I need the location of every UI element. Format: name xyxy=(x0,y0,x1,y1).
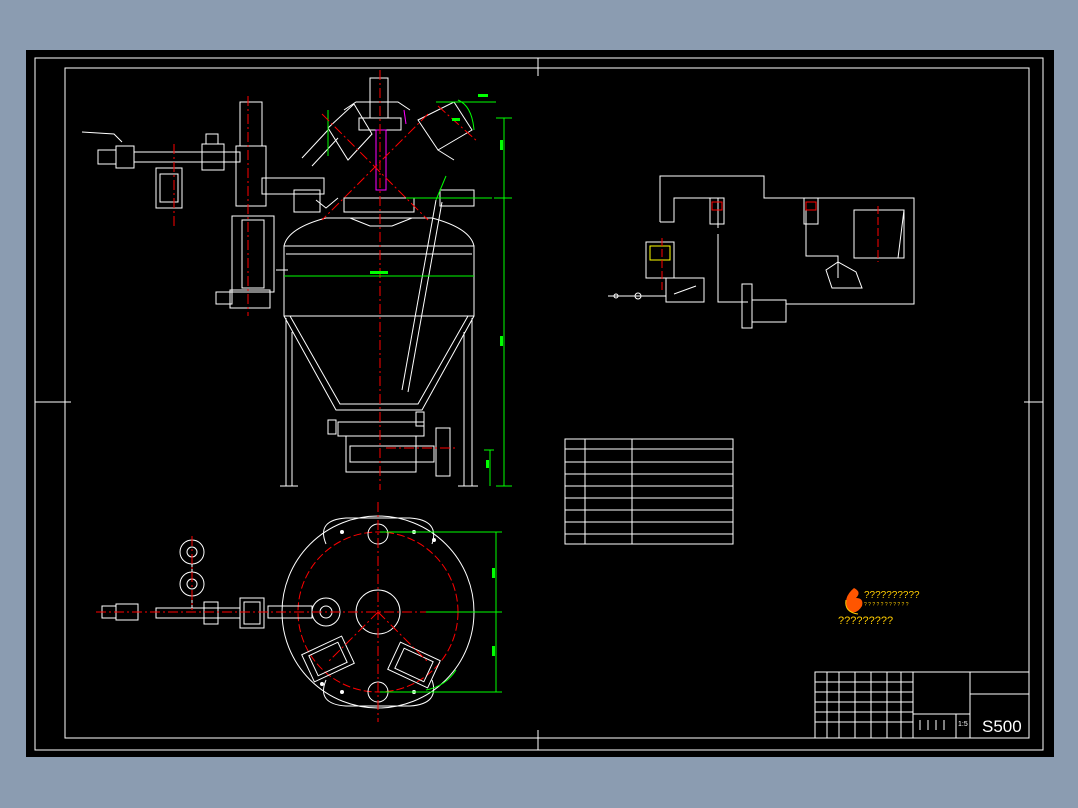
logo-line-2: ? ? ? ? ? ? ? ? ? ? ? xyxy=(864,602,909,608)
pressure-switch xyxy=(201,143,225,171)
vessel-front-view xyxy=(81,77,478,487)
parts-table xyxy=(564,438,734,545)
schematic-vessel xyxy=(853,209,905,259)
inner-border xyxy=(64,67,1030,739)
manifold xyxy=(741,283,753,329)
schematic-valve xyxy=(825,261,863,289)
damper-housing xyxy=(231,215,275,293)
logo-line-1: ?????????? xyxy=(864,590,920,601)
top-lug xyxy=(323,517,435,545)
top-flange xyxy=(343,197,415,213)
outlet-flange xyxy=(435,427,451,477)
title-block-marks xyxy=(919,720,945,730)
schematic-centerlines xyxy=(661,206,879,290)
logo-caption: ????????? xyxy=(838,615,893,627)
left-valve-body xyxy=(327,103,373,161)
actuator-cylinder xyxy=(239,101,263,147)
inlet-fitting xyxy=(97,149,117,165)
cad-viewport: ?????????? ? ? ? ? ? ? ? ? ? ? ? ???????… xyxy=(0,0,1078,808)
vessel-legs xyxy=(280,318,478,487)
top-pipe xyxy=(369,77,389,119)
bottom-flange xyxy=(337,421,425,437)
scale-label: 1:5 xyxy=(958,721,968,728)
vessel-cone xyxy=(283,315,475,411)
discharge-box xyxy=(345,435,417,473)
drawing-number: S500 xyxy=(982,717,1022,736)
top-inlet-assembly xyxy=(301,77,473,227)
right-valve-body xyxy=(417,101,473,151)
pneumatic-schematic xyxy=(608,175,915,329)
vessel-cylinder xyxy=(283,245,475,317)
revision-grid xyxy=(815,672,913,738)
level-probe xyxy=(401,175,475,393)
drawing-svg: ?????????? ? ? ? ? ? ? ? ? ? ? ? ???????… xyxy=(34,57,1044,751)
front-dimension-labels xyxy=(370,94,503,468)
drawing-canvas: ?????????? ? ? ? ? ? ? ? ? ? ? ? ???????… xyxy=(26,50,1054,757)
air-supply-line xyxy=(81,131,241,209)
vessel-dome xyxy=(283,217,475,247)
company-logo: ?????????? ? ? ? ? ? ? ? ? ? ? ? ???????… xyxy=(838,588,920,627)
front-centerlines xyxy=(173,70,479,490)
side-actuator xyxy=(215,101,339,309)
flame-icon xyxy=(846,588,863,613)
ball-valve-handle xyxy=(81,131,123,143)
title-block: 1:5 S500 xyxy=(814,671,1030,739)
front-dimensions xyxy=(284,99,512,487)
